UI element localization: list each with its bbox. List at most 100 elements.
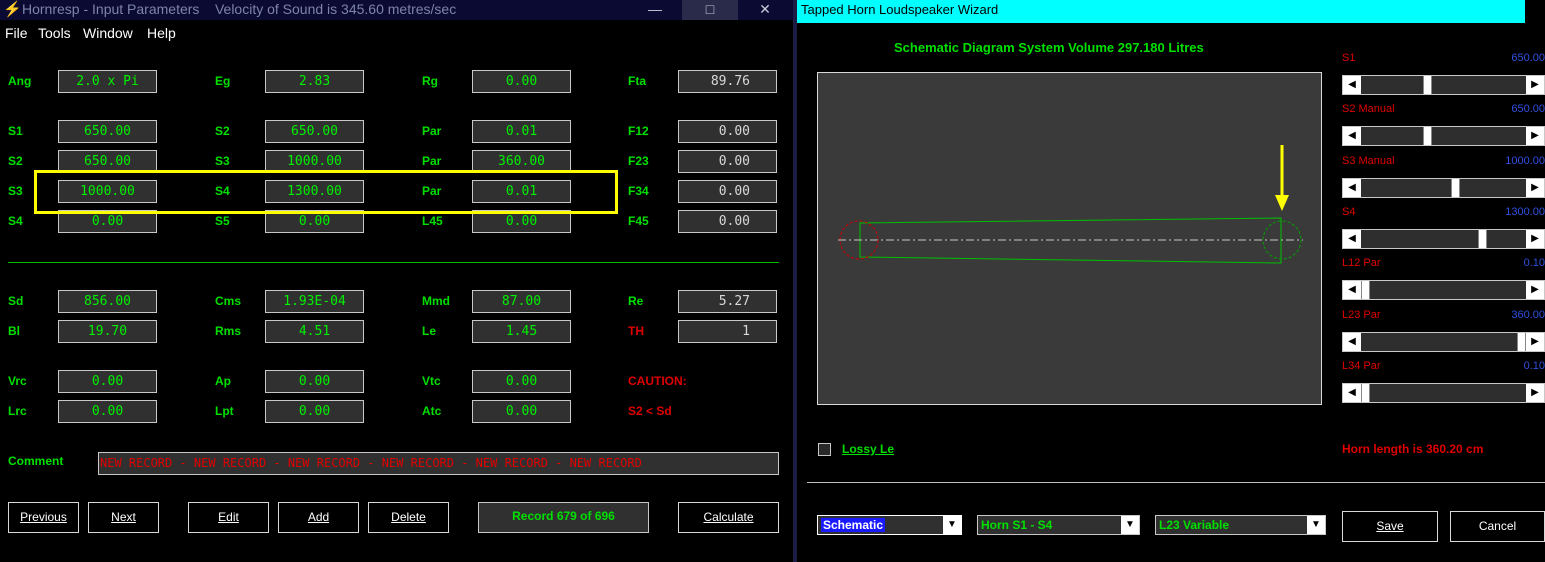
slider-track[interactable]: ◀ ▶ bbox=[1342, 126, 1545, 147]
add-button[interactable]: Add bbox=[278, 502, 359, 533]
next-button[interactable]: Next bbox=[88, 502, 159, 533]
arrow-right-icon[interactable]: ▶ bbox=[1526, 178, 1544, 197]
slider-thumb[interactable] bbox=[1423, 127, 1433, 146]
save-button[interactable]: Save bbox=[1342, 511, 1438, 542]
menu-tools[interactable]: Tools bbox=[38, 25, 71, 41]
chevron-down-icon[interactable]: ▼ bbox=[943, 516, 961, 534]
param-field[interactable]: 0.00 bbox=[678, 210, 777, 233]
schematic-panel bbox=[817, 72, 1322, 405]
arrow-right-icon[interactable]: ▶ bbox=[1526, 229, 1544, 248]
param-field[interactable]: 0.00 bbox=[678, 180, 777, 203]
lossy-le-checkbox[interactable] bbox=[818, 443, 831, 456]
arrow-left-icon[interactable]: ◀ bbox=[1343, 281, 1361, 300]
param-field[interactable]: 4.51 bbox=[265, 320, 364, 343]
chevron-down-icon[interactable]: ▼ bbox=[1121, 516, 1139, 534]
yellow-arrow-icon bbox=[1275, 145, 1289, 211]
slider-thumb[interactable] bbox=[1361, 383, 1370, 402]
record-indicator: Record 679 of 696 bbox=[478, 502, 649, 533]
arrow-right-icon[interactable]: ▶ bbox=[1526, 127, 1544, 146]
arrow-left-icon[interactable]: ◀ bbox=[1343, 383, 1361, 402]
param-label: Vtc bbox=[422, 374, 441, 388]
slider-label-text: L23 Par bbox=[1342, 308, 1381, 321]
param-label: Fta bbox=[628, 74, 646, 88]
arrow-right-icon[interactable]: ▶ bbox=[1526, 383, 1544, 402]
param-field[interactable]: 0.00 bbox=[472, 370, 571, 393]
view-select[interactable]: Schematic ▼ bbox=[817, 515, 962, 535]
maximize-button[interactable]: □ bbox=[682, 0, 738, 20]
param-field[interactable]: 1.93E-04 bbox=[265, 290, 364, 313]
chevron-down-icon[interactable]: ▼ bbox=[1307, 516, 1325, 534]
arrow-left-icon[interactable]: ◀ bbox=[1343, 178, 1361, 197]
param-label: Vrc bbox=[8, 374, 27, 388]
arrow-left-icon[interactable]: ◀ bbox=[1343, 127, 1361, 146]
window-title: Hornresp - Input Parameters bbox=[22, 1, 200, 17]
menu-file[interactable]: File bbox=[5, 25, 28, 41]
param-label: S2 bbox=[215, 124, 230, 138]
previous-button[interactable]: Previous bbox=[8, 502, 79, 533]
param-label: F12 bbox=[628, 124, 649, 138]
param-field[interactable]: 650.00 bbox=[265, 120, 364, 143]
menu-help[interactable]: Help bbox=[147, 25, 176, 41]
param-field[interactable]: 1.45 bbox=[472, 320, 571, 343]
param-field[interactable]: 2.0 x Pi bbox=[58, 70, 157, 93]
param-label: S1 bbox=[8, 124, 23, 138]
schematic-title: Schematic Diagram System Volume 297.180 … bbox=[894, 40, 1204, 55]
cancel-button[interactable]: Cancel bbox=[1450, 511, 1545, 542]
param-field[interactable]: 89.76 bbox=[678, 70, 777, 93]
slider-track[interactable]: ◀ ▶ bbox=[1342, 382, 1545, 403]
arrow-left-icon[interactable]: ◀ bbox=[1343, 332, 1361, 351]
variable-select[interactable]: L23 Variable ▼ bbox=[1155, 515, 1326, 535]
param-field[interactable]: 0.00 bbox=[472, 400, 571, 423]
comment-field[interactable]: NEW RECORD - NEW RECORD - NEW RECORD - N… bbox=[98, 452, 779, 475]
close-button[interactable]: ✕ bbox=[737, 0, 793, 20]
param-label: Mmd bbox=[422, 294, 450, 308]
slider-thumb[interactable] bbox=[1423, 76, 1433, 94]
arrow-right-icon[interactable]: ▶ bbox=[1526, 76, 1544, 94]
delete-button[interactable]: Delete bbox=[368, 502, 449, 533]
param-field[interactable]: 0.00 bbox=[265, 370, 364, 393]
divider-line bbox=[8, 262, 779, 263]
arrow-left-icon[interactable]: ◀ bbox=[1343, 229, 1361, 248]
param-field[interactable]: 1 bbox=[678, 320, 777, 343]
param-field[interactable]: 0.00 bbox=[265, 400, 364, 423]
view-select-value: Schematic bbox=[821, 518, 886, 532]
param-field[interactable]: 5.27 bbox=[678, 290, 777, 313]
slider-track[interactable]: ◀ ▶ bbox=[1342, 75, 1545, 95]
slider-thumb[interactable] bbox=[1478, 229, 1487, 248]
arrow-right-icon[interactable]: ▶ bbox=[1526, 332, 1544, 351]
param-field[interactable]: 856.00 bbox=[58, 290, 157, 313]
slider-track[interactable]: ◀ ▶ bbox=[1342, 228, 1545, 249]
param-field[interactable]: 19.70 bbox=[58, 320, 157, 343]
slider-value: 360.00 bbox=[1511, 308, 1545, 321]
comment-label: Comment bbox=[8, 454, 64, 468]
slider-thumb[interactable] bbox=[1451, 178, 1461, 197]
param-field[interactable]: 0.01 bbox=[472, 120, 571, 143]
param-field[interactable]: 0.00 bbox=[678, 120, 777, 143]
slider-track[interactable]: ◀ ▶ bbox=[1342, 331, 1545, 352]
slider-thumb[interactable] bbox=[1517, 332, 1526, 351]
param-label: Rms bbox=[215, 324, 242, 338]
param-field[interactable]: 2.83 bbox=[265, 70, 364, 93]
left-title-bar: ⚡ Hornresp - Input Parameters Velocity o… bbox=[0, 0, 793, 20]
lossy-le-label[interactable]: Lossy Le bbox=[842, 442, 894, 456]
param-field[interactable]: 87.00 bbox=[472, 290, 571, 313]
arrow-left-icon[interactable]: ◀ bbox=[1343, 76, 1361, 94]
slider-track[interactable]: ◀ ▶ bbox=[1342, 177, 1545, 198]
param-field[interactable]: 0.00 bbox=[58, 370, 157, 393]
edit-button[interactable]: Edit bbox=[188, 502, 269, 533]
param-field[interactable]: 650.00 bbox=[58, 120, 157, 143]
slider-thumb[interactable] bbox=[1361, 281, 1370, 300]
minimize-button[interactable]: — bbox=[627, 0, 683, 20]
calculate-button[interactable]: Calculate bbox=[678, 502, 779, 533]
wizard-close-button[interactable] bbox=[1525, 0, 1545, 23]
slider-track[interactable]: ◀ ▶ bbox=[1342, 280, 1545, 301]
slider-label: L12 Par 0.10 bbox=[1342, 257, 1545, 269]
param-field[interactable]: 0.00 bbox=[472, 70, 571, 93]
param-field[interactable]: 0.00 bbox=[58, 400, 157, 423]
horn-select[interactable]: Horn S1 - S4 ▼ bbox=[977, 515, 1140, 535]
param-label: TH bbox=[628, 324, 644, 338]
param-label: Ap bbox=[215, 374, 231, 388]
arrow-right-icon[interactable]: ▶ bbox=[1526, 281, 1544, 300]
param-field[interactable]: 0.00 bbox=[678, 150, 777, 173]
menu-window[interactable]: Window bbox=[83, 25, 133, 41]
